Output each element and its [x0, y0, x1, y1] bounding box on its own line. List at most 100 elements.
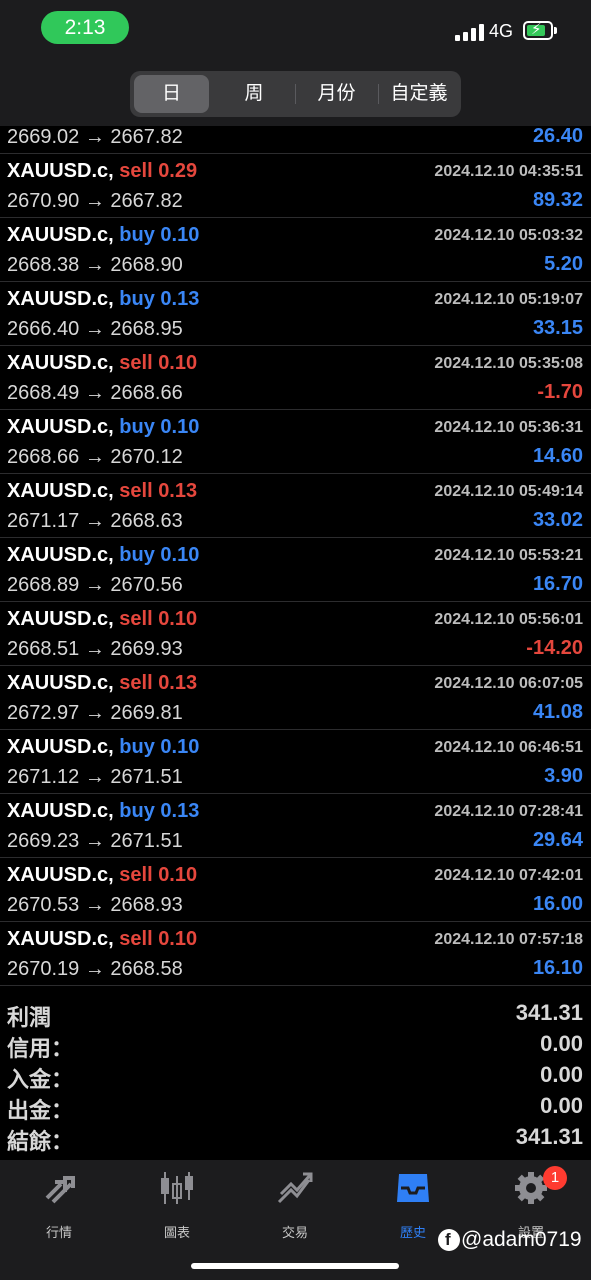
trade-profit: 33.15: [532, 317, 583, 339]
trade-prices: 2669.02 → 2667.82: [7, 126, 183, 148]
tab-month[interactable]: 月份: [296, 75, 377, 113]
trade-prices: 2670.90 → 2667.82: [7, 190, 183, 212]
trade-time: 2024.12.10 07:28:41: [434, 803, 583, 820]
trade-row[interactable]: XAUUSD.c, sell 0.13 2024.12.10 06:07:05 26…: [0, 666, 591, 730]
tab-week[interactable]: 周: [214, 75, 294, 113]
summary-value: 0.00: [540, 1093, 583, 1118]
trade-row[interactable]: XAUUSD.c, sell 0.29 2024.12.10 04:35:51 26…: [0, 154, 591, 218]
summary-value: 341.31: [515, 1124, 583, 1149]
trade-prices: 2668.51 → 2669.93: [7, 638, 183, 660]
tab-chart[interactable]: 圖表: [118, 1170, 236, 1240]
bottom-tab-bar: 行情 圖表 交易 歷史 設置: [0, 1160, 591, 1280]
period-selector-bar: 日 周 月份 自定義: [0, 60, 591, 126]
trade-side: sell: [119, 672, 153, 694]
trade-prices: 2670.19 → 2668.58: [7, 958, 183, 980]
trade-row[interactable]: XAUUSD.c, buy 0.10 2024.12.10 05:53:21 266…: [0, 538, 591, 602]
quotes-arrows-icon: [45, 1176, 75, 1204]
trade-time: 2024.12.10 07:57:18: [434, 931, 583, 948]
tab-settings[interactable]: 設置: [472, 1170, 590, 1240]
trade-symbol: XAUUSD.c, sell 0.13: [7, 480, 197, 503]
trade-row[interactable]: XAUUSD.c, sell 0.10 2024.12.10 07:57:18 26…: [0, 922, 591, 986]
tab-history[interactable]: 歷史: [354, 1170, 472, 1240]
trade-symbol: XAUUSD.c, buy 0.10: [7, 736, 199, 759]
network-label: 4G: [489, 21, 514, 41]
summary-value: 341.31: [515, 1000, 583, 1025]
trade-volume: 0.13: [160, 800, 200, 822]
summary-row: 出金： 0.00: [0, 1091, 591, 1123]
trade-volume: 0.10: [158, 928, 198, 950]
summary-label: 結餘：: [7, 1129, 74, 1154]
trade-row[interactable]: XAUUSD.c, sell 0.10 2024.12.10 07:42:01 26…: [0, 858, 591, 922]
trade-row[interactable]: XAUUSD.c, buy 0.10 2024.12.10 05:36:31 266…: [0, 410, 591, 474]
trade-prices: 2670.53 → 2668.93: [7, 894, 183, 916]
trade-prices: 2666.40 → 2668.95: [7, 318, 183, 340]
trade-volume: 0.10: [160, 736, 200, 758]
trade-symbol: XAUUSD.c, sell 0.10: [7, 608, 197, 631]
battery-icon: ⚡: [523, 21, 553, 40]
status-time: 2:13: [41, 11, 129, 44]
trade-symbol: XAUUSD.c, sell 0.29: [7, 160, 197, 183]
trade-row[interactable]: XAUUSD.c, sell 0.13 2024.12.10 05:49:14 26…: [0, 474, 591, 538]
trade-row[interactable]: XAUUSD.c, buy 0.13 2024.12.10 05:19:07 266…: [0, 282, 591, 346]
trade-time: 2024.12.10 05:56:01: [434, 611, 583, 628]
facebook-icon: f: [438, 1229, 460, 1251]
trade-profit: 3.90: [544, 765, 583, 787]
trade-symbol: XAUUSD.c, sell 0.13: [7, 672, 197, 695]
trade-profit: 89.32: [532, 189, 583, 211]
trade-symbol: XAUUSD.c, buy 0.10: [7, 416, 199, 439]
summary-label: 出金：: [7, 1098, 74, 1123]
trade-symbol: XAUUSD.c, buy 0.10: [7, 224, 199, 247]
status-bar: 2:13 4G ⚡: [0, 0, 591, 60]
summary-row: 信用： 0.00: [0, 1029, 591, 1061]
trade-symbol-name: XAUUSD.c,: [7, 160, 114, 182]
trade-side: buy: [119, 800, 155, 822]
trade-symbol-name: XAUUSD.c,: [7, 480, 114, 502]
trade-side: sell: [119, 480, 153, 502]
trade-row[interactable]: XAUUSD.c, sell 0.10 2024.12.10 05:56:01 26…: [0, 602, 591, 666]
trade-symbol-name: XAUUSD.c,: [7, 864, 114, 886]
trade-symbol-name: XAUUSD.c,: [7, 928, 114, 950]
tab-trade[interactable]: 交易: [236, 1170, 354, 1240]
summary-label: 信用：: [7, 1036, 74, 1061]
trade-side: sell: [119, 864, 153, 886]
candlestick-icon: [161, 1172, 193, 1204]
summary-value: 0.00: [540, 1062, 583, 1087]
trade-symbol: XAUUSD.c, buy 0.13: [7, 800, 199, 823]
trade-row[interactable]: XAUUSD.c, sell 0.10 2024.12.10 05:35:08 26…: [0, 346, 591, 410]
trade-row[interactable]: XAUUSD.c, buy 0.10 2024.12.10 06:46:51 267…: [0, 730, 591, 794]
trade-time: 2024.12.10 07:42:01: [434, 867, 583, 884]
trade-volume: 0.10: [160, 224, 200, 246]
signal-icon: [455, 24, 485, 41]
trade-volume: 0.13: [160, 288, 200, 310]
trade-side: buy: [119, 544, 155, 566]
trade-prices: 2668.38 → 2668.90: [7, 254, 183, 276]
account-summary: 利潤 341.31 信用： 0.00 入金： 0.00 出金： 0.00 結餘： 341.31: [0, 998, 591, 1154]
trade-volume: 0.29: [158, 160, 198, 182]
summary-row: 結餘： 341.31: [0, 1122, 591, 1154]
trade-prices: 2668.49 → 2668.66: [7, 382, 183, 404]
trade-symbol-name: XAUUSD.c,: [7, 736, 114, 758]
trade-volume: 0.10: [158, 608, 198, 630]
trade-time: 2024.12.10 05:49:14: [434, 483, 583, 500]
trade-row-partial[interactable]: 2669.02 → 2667.82 26.40: [0, 125, 591, 154]
trade-volume: 0.10: [160, 544, 200, 566]
tab-day[interactable]: 日: [134, 75, 209, 113]
tab-custom[interactable]: 自定義: [379, 75, 459, 113]
trade-history-list[interactable]: 2669.02 → 2667.82 26.40 XAUUSD.c, sell 0…: [0, 125, 591, 986]
trade-prices: 2668.89 → 2670.56: [7, 574, 183, 596]
trade-symbol-name: XAUUSD.c,: [7, 672, 114, 694]
trade-symbol: XAUUSD.c, sell 0.10: [7, 928, 197, 951]
tab-quotes[interactable]: 行情: [0, 1170, 118, 1240]
trade-profit: 41.08: [532, 701, 583, 723]
trade-row[interactable]: XAUUSD.c, buy 0.10 2024.12.10 05:03:32 266…: [0, 218, 591, 282]
trade-symbol: XAUUSD.c, sell 0.10: [7, 864, 197, 887]
trade-symbol-name: XAUUSD.c,: [7, 224, 114, 246]
trade-side: sell: [119, 160, 153, 182]
trade-time: 2024.12.10 06:46:51: [434, 739, 583, 756]
trade-prices: 2672.97 → 2669.81: [7, 702, 183, 724]
trade-time: 2024.12.10 05:36:31: [434, 419, 583, 436]
history-inbox-icon: [397, 1174, 429, 1202]
trade-trend-icon: [277, 1172, 313, 1204]
trade-row[interactable]: XAUUSD.c, buy 0.13 2024.12.10 07:28:41 266…: [0, 794, 591, 858]
trade-side: buy: [119, 416, 155, 438]
